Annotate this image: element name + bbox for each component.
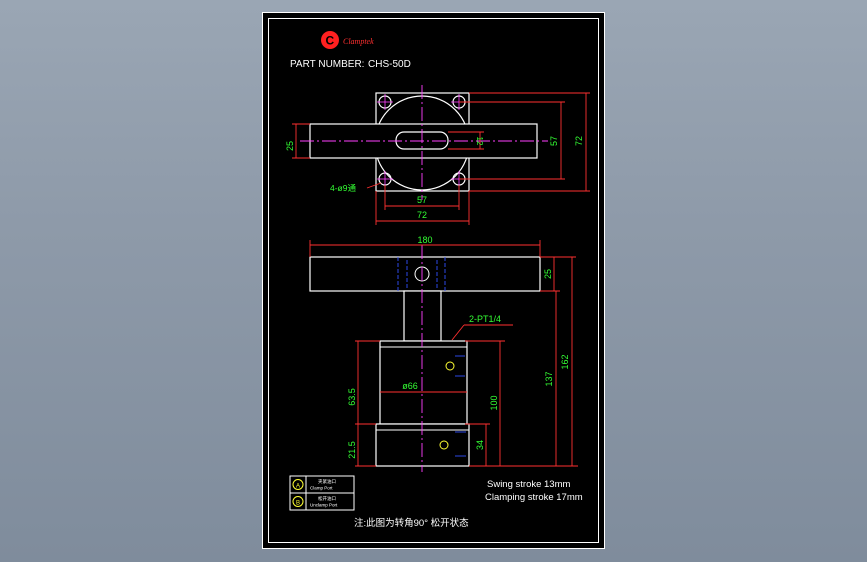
note-swing-stroke: Swing stroke 13mm <box>487 479 571 490</box>
note-clamping-stroke: Clamping stroke 17mm <box>485 492 583 503</box>
legend-title-b: 松开油口 <box>318 495 336 502</box>
dim-top-arm-height: 25 <box>285 141 295 151</box>
dim-port-to-base: 100 <box>489 395 499 410</box>
dim-lower-height: 21.5 <box>347 441 357 459</box>
dim-total-height: 162 <box>560 354 570 369</box>
dim-outer-span-h: 72 <box>417 210 427 220</box>
legend-title-a: 夹紧油口 <box>318 478 336 485</box>
note-remark: 注:此图为转角90° 松开状态 <box>354 517 469 529</box>
dim-port-thread: 2-PT1/4 <box>469 314 501 324</box>
dim-arm-length: 180 <box>417 235 432 245</box>
legend-symbol-b: B <box>296 501 300 507</box>
dim-slot-width: 12 <box>475 137 484 146</box>
brand-logo: C Clamptek <box>321 31 374 49</box>
dim-upper-height: 63.5 <box>347 388 357 406</box>
brand-name: Clamptek <box>343 37 374 46</box>
dim-inner-span-h: 57 <box>417 195 427 205</box>
part-number: CHS-50D <box>368 59 411 70</box>
top-view-dimensions <box>292 92 590 225</box>
part-number-label: PART NUMBER: <box>290 59 364 70</box>
front-view <box>309 245 541 472</box>
dim-body-height: 137 <box>544 371 554 386</box>
legend-desc-a: Clamp Port <box>310 486 333 491</box>
dim-inner-span-v: 57 <box>549 136 559 146</box>
legend-desc-b: Unclamp Port <box>310 503 338 508</box>
dim-outer-span-v: 72 <box>574 136 584 146</box>
legend-symbol-a: A <box>296 484 300 490</box>
cad-drawing: C Clamptek PART NUMBER: CHS-50D 25 12 57… <box>285 31 590 529</box>
brand-logo-mark: C <box>326 34 335 48</box>
dim-front-arm-height: 25 <box>543 269 553 279</box>
dim-mounting-holes: 4-ø9通 <box>330 183 356 193</box>
dim-base-port: 34 <box>475 440 485 450</box>
port-legend: A B 夹紧油口 Clamp Port 松开油口 Unclamp Port <box>289 475 355 511</box>
dim-body-diameter: ø66 <box>402 381 418 391</box>
